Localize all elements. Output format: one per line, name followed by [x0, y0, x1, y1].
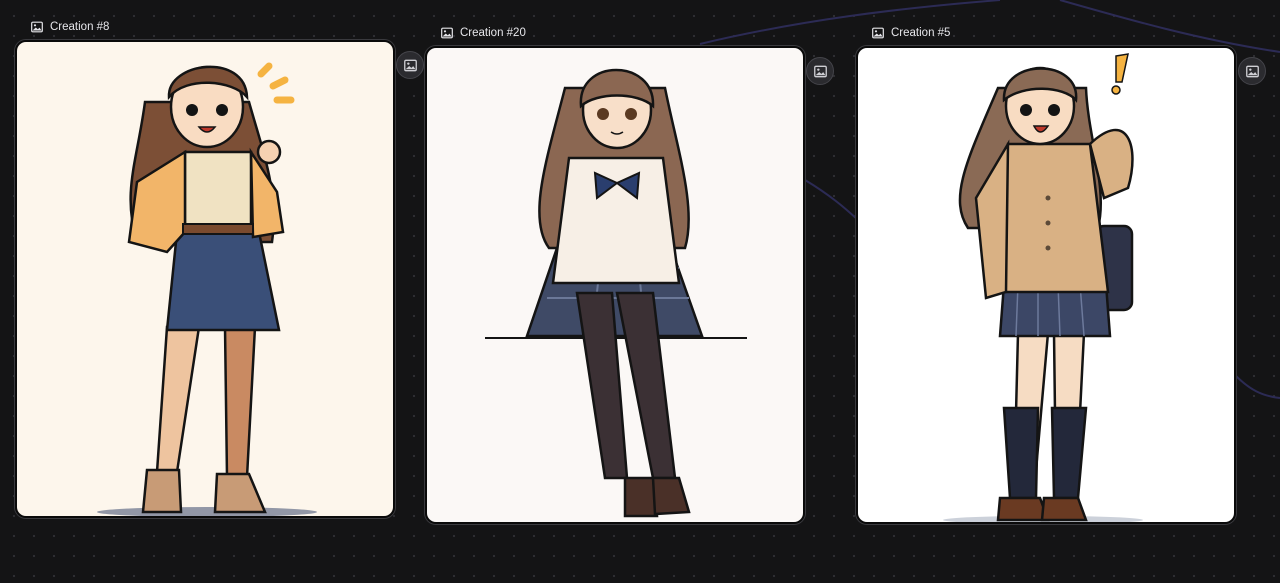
image-icon — [1245, 65, 1259, 77]
generated-image[interactable] — [425, 46, 805, 524]
node-title-text: Creation #5 — [891, 27, 951, 39]
image-icon — [403, 59, 417, 71]
image-icon — [813, 65, 827, 77]
image-icon — [872, 27, 884, 39]
image-icon — [441, 27, 453, 39]
output-handle[interactable] — [396, 51, 424, 79]
generated-image-artwork — [17, 42, 393, 516]
node-title-text: Creation #8 — [50, 21, 110, 33]
node-title: Creation #5 — [872, 27, 950, 39]
node-title: Creation #20 — [441, 27, 526, 39]
output-handle[interactable] — [806, 57, 834, 85]
node-title: Creation #8 — [31, 21, 109, 33]
generated-image[interactable] — [856, 46, 1236, 524]
output-handle[interactable] — [1238, 57, 1266, 85]
node-title-text: Creation #20 — [460, 27, 526, 39]
generated-image-artwork — [427, 48, 803, 522]
generated-image-artwork — [858, 48, 1234, 522]
generated-image[interactable] — [15, 40, 395, 518]
image-icon — [31, 21, 43, 33]
